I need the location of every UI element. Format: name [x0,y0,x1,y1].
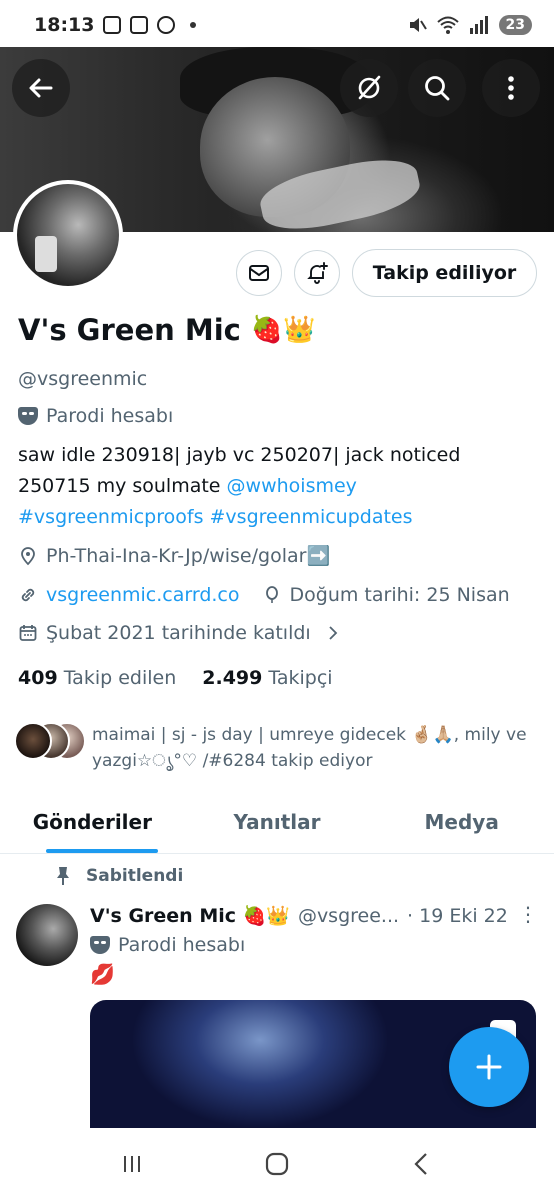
parody-label-row[interactable]: Parodi hesabı [18,405,173,427]
more-options-button[interactable] [482,59,540,117]
more-vertical-icon [508,76,514,100]
signal-icon [469,16,488,34]
following-label: Takip edilen [63,667,177,689]
pin-icon [57,867,69,885]
compose-post-button[interactable] [449,1027,529,1107]
notifications-button[interactable] [294,250,340,296]
search-icon [425,76,450,101]
profile-bio: saw idle 230918| jayb vc 250207| jack no… [18,440,528,533]
tab-posts[interactable]: Gönderiler [0,790,185,853]
followers-label: Takipçi [268,667,333,689]
pinned-indicator: Sabitlendi [54,866,183,886]
birthday-text: Doğum tarihi: 25 Nisan [289,584,510,606]
location-text: Ph-Thai-Ina-Kr-Jp/wise/golar➡️ [46,545,331,567]
plus-icon [476,1054,502,1080]
followers-count: 2.499 [202,667,263,689]
post-author-avatar[interactable] [16,904,78,966]
location-row: Ph-Thai-Ina-Kr-Jp/wise/golar➡️ [18,544,330,567]
status-time: 18:13 [34,14,95,36]
location-pin-icon [21,546,35,565]
post-header: V's Green Mic 🍓👑 @vsgree... · 19 Eki 22 [90,904,508,928]
post-parody-row: Parodi hesabı [90,934,245,956]
mutual-avatars [14,722,86,762]
profile-handle: @vsgreenmic [18,368,148,390]
mail-icon [249,265,269,281]
wifi-icon [436,16,459,34]
joined-row[interactable]: Şubat 2021 tarihinde katıldı [18,622,341,644]
website-link[interactable]: vsgreenmic.carrd.co [46,584,240,606]
profile-tabs: Gönderiler Yanıtlar Medya [0,790,554,854]
whatsapp-icon [157,16,176,34]
grok-button[interactable] [340,59,398,117]
parody-mask-icon [90,936,110,954]
calendar-icon [19,625,37,641]
bell-plus-icon [307,262,328,284]
tab-replies[interactable]: Yanıtlar [185,790,370,853]
parody-mask-icon [18,407,38,425]
pinned-label: Sabitlendi [86,866,184,886]
search-button[interactable] [408,59,466,117]
post-author-name[interactable]: V's Green Mic 🍓👑 [90,904,290,927]
message-button[interactable] [236,250,282,296]
chevron-right-icon [329,626,337,640]
display-name: V's Green Mic [18,313,241,347]
profile-avatar-image [17,184,119,286]
home-icon[interactable] [262,1149,292,1179]
followers-stat[interactable]: 2.499 Takipçi [202,667,332,689]
status-bar: 18:13 23 [0,0,554,50]
grok-icon [358,75,381,100]
recent-apps-icon[interactable] [117,1149,147,1179]
tab-media[interactable]: Medya [369,790,554,853]
followed-by-row[interactable]: maimai | sj - js day | umreye gidecek 🤞🏼… [14,722,532,774]
arrow-left-icon [29,78,53,98]
system-nav-bar [0,1128,554,1200]
payment-app-icon [130,16,149,34]
mute-icon [409,18,427,32]
battery-indicator: 23 [498,15,532,35]
profile-name-row: V's Green Mic 🍓👑 [18,313,316,347]
name-emojis: 🍓👑 [250,315,316,345]
post-author-handle: @vsgree... [297,904,400,927]
screenshot-icon [103,16,122,34]
notification-dot-icon [190,22,197,28]
parody-label: Parodi hesabı [46,405,174,427]
back-button[interactable] [12,59,70,117]
post-date[interactable]: · 19 Eki 22 [407,905,508,927]
following-stat[interactable]: 409 Takip edilen [18,667,176,689]
followed-by-text: maimai | sj - js day | umreye gidecek 🤞🏼… [92,725,527,771]
follow-stats: 409 Takip edilen 2.499 Takipçi [18,667,333,689]
back-nav-icon[interactable] [407,1149,437,1179]
following-count: 409 [18,667,58,689]
joined-text: Şubat 2021 tarihinde katıldı [46,622,311,644]
balloon-icon [265,586,278,603]
website-birthday-row: vsgreenmic.carrd.co Doğum tarihi: 25 Nis… [18,584,510,606]
link-icon [21,588,35,602]
bio-hashtags[interactable]: #vsgreenmicproofs #vsgreenmicupdates [18,506,413,528]
mutual-avatar [14,722,52,760]
post-more-icon[interactable]: ⋮ [518,902,538,926]
post-parody-label: Parodi hesabı [118,934,246,956]
bio-mention-link[interactable]: @wwhoismey [227,475,357,497]
profile-avatar[interactable] [13,180,123,290]
following-button[interactable]: Takip ediliyor [352,249,537,297]
post-text: 💋 [90,962,115,986]
